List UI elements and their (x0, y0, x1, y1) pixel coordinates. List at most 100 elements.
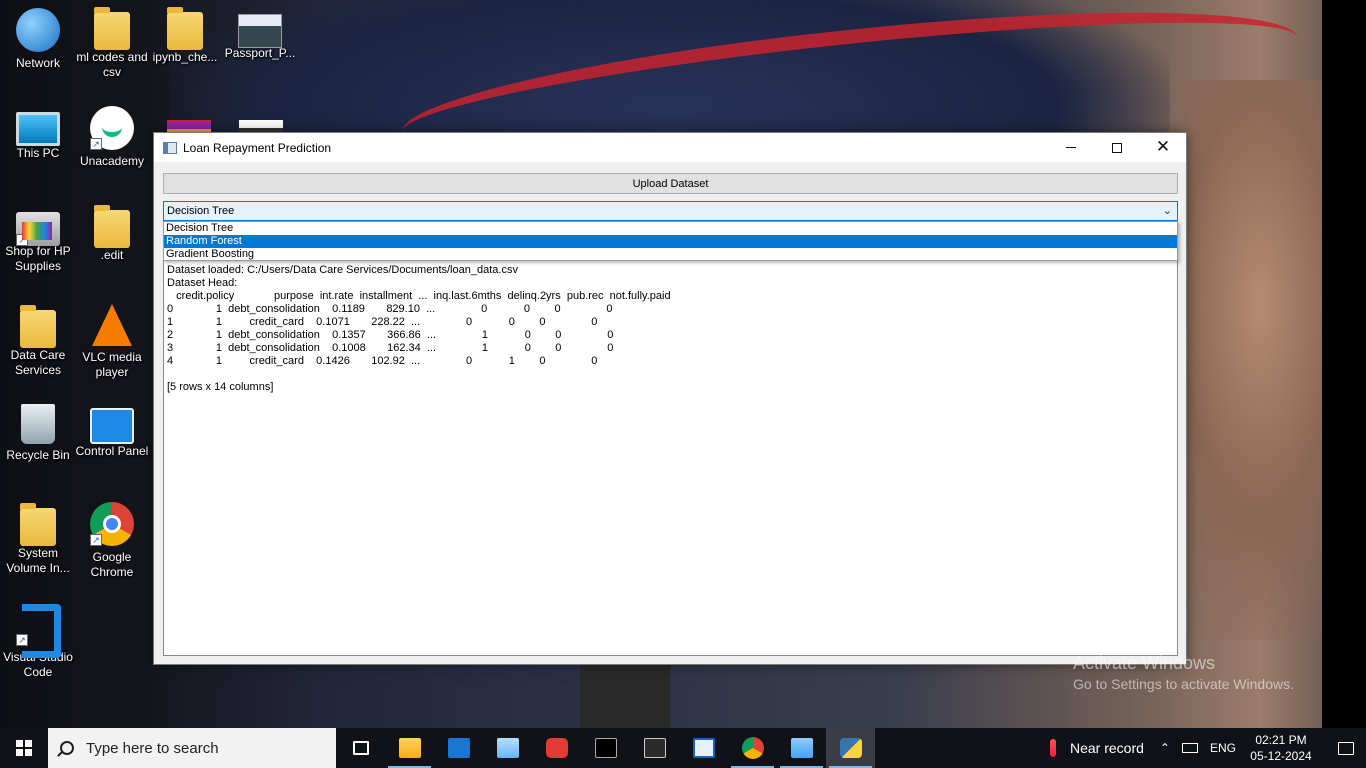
folder-icon (94, 7, 130, 50)
chrome-icon (741, 737, 764, 759)
taskbar-command-prompt[interactable] (581, 728, 630, 768)
control-panel-icon (790, 738, 813, 758)
remote-desktop-icon (496, 738, 519, 758)
pc-icon (16, 112, 60, 146)
user-folder-icon (20, 305, 56, 348)
desktop-icon-label: Recycle Bin (6, 448, 70, 462)
command-prompt-icon (594, 738, 617, 758)
desktop-icon-label: VLC media player (82, 350, 142, 379)
folder-icon (167, 7, 203, 50)
desktop-icon-label: Network (15, 56, 60, 70)
printer-icon: ↗ (16, 212, 60, 246)
dropdown-option-gradient-boosting[interactable]: Gradient Boosting (164, 248, 1177, 261)
terminal-icon (643, 738, 666, 758)
news-icon (692, 738, 715, 758)
vscode-icon: ↗ (16, 602, 61, 658)
desktop-icon-network[interactable]: Network (0, 8, 76, 71)
window-title: Loan Repayment Prediction (183, 140, 332, 155)
desktop-icon-control-panel[interactable]: Control Panel (74, 404, 150, 459)
windows-logo-icon (16, 740, 32, 756)
task-view-button[interactable] (336, 728, 385, 768)
desktop-icon-edit[interactable]: .edit (74, 205, 150, 263)
system-tray: Near record ⌃ ENG 02:21 PM 05-12-2024 (1050, 728, 1366, 768)
taskbar: Type here to search Near record ⌃ ENG 02… (0, 728, 1366, 768)
maximize-icon (1112, 142, 1122, 153)
weather-widget[interactable]: Near record (1050, 739, 1144, 757)
thermometer-icon (1050, 739, 1056, 757)
taskbar-chrome[interactable] (728, 728, 777, 768)
vlc-icon (92, 304, 132, 346)
desktop-icon-data-care[interactable]: Data Care Services (0, 305, 76, 378)
file-explorer-icon (398, 738, 421, 758)
shortcut-arrow-icon: ↗ (16, 234, 28, 246)
weather-text: Near record (1070, 740, 1144, 756)
notification-button[interactable] (1326, 728, 1366, 768)
close-icon: ✕ (1155, 137, 1171, 157)
taskbar-news[interactable] (679, 728, 728, 768)
close-button[interactable]: ✕ (1140, 133, 1186, 162)
taskbar-youtube[interactable] (532, 728, 581, 768)
search-icon (60, 741, 74, 755)
taskbar-python[interactable] (826, 728, 875, 768)
wallpaper-edge (1322, 0, 1366, 728)
python-icon (839, 738, 862, 758)
folder-icon (94, 205, 130, 248)
desktop-icon-ml-codes[interactable]: ml codes and csv (74, 7, 150, 80)
photo-icon (238, 14, 282, 48)
app-window: Loan Repayment Prediction ✕ Upload Datas… (153, 132, 1187, 665)
activation-subtitle: Go to Settings to activate Windows. (1073, 676, 1294, 692)
language-indicator[interactable]: ENG (1210, 741, 1236, 755)
model-select[interactable]: Decision Tree ⌄ (163, 201, 1178, 221)
start-button[interactable] (0, 728, 48, 768)
desktop-icon-label: Google Chrome (90, 550, 134, 579)
recycle-bin-icon (21, 404, 55, 444)
dropdown-option-decision-tree[interactable]: Decision Tree (164, 222, 1177, 235)
network-tray-icon[interactable] (1181, 743, 1198, 753)
taskbar-file-explorer[interactable] (385, 728, 434, 768)
desktop-icon-label: Unacademy (79, 154, 145, 168)
desktop-icon-this-pc[interactable]: This PC (0, 108, 76, 161)
taskbar-remote-desktop[interactable] (483, 728, 532, 768)
shortcut-arrow-icon: ↗ (90, 138, 102, 150)
shortcut-arrow-icon: ↗ (16, 634, 28, 646)
desktop-icon-ipynb[interactable]: ipynb_che... (147, 7, 223, 65)
desktop-icon-label: Control Panel (75, 444, 149, 458)
unacademy-icon: ↗ (90, 106, 134, 150)
output-text-area[interactable]: Dataset loaded: C:/Users/Data Care Servi… (163, 222, 1178, 656)
dropdown-option-random-forest[interactable]: Random Forest (164, 235, 1177, 248)
search-placeholder: Type here to search (86, 739, 219, 757)
youtube-icon (545, 738, 568, 758)
taskbar-search[interactable]: Type here to search (48, 728, 336, 768)
clock-date: 05-12-2024 (1250, 749, 1312, 763)
output-line: [5 rows x 14 columns] (167, 381, 274, 393)
desktop-icon-passport[interactable]: Passport_P... (222, 8, 298, 61)
title-bar[interactable]: Loan Repayment Prediction ✕ (154, 133, 1186, 162)
desktop-icon-label: System Volume In... (6, 546, 70, 575)
desktop-icon-system-volume[interactable]: System Volume In... (0, 503, 76, 576)
chevron-down-icon[interactable]: ⌄ (1163, 204, 1172, 217)
wallpaper-strap (580, 660, 670, 728)
desktop-icon-label: ml codes and csv (76, 50, 148, 79)
output-line: 4 1 credit_card 0.1426 102.92 ... 0 1 0 … (167, 355, 598, 367)
notification-icon (1338, 741, 1354, 755)
desktop-icon-label: Shop for HP Supplies (5, 244, 71, 273)
output-line: 0 1 debt_consolidation 0.1189 829.10 ...… (167, 303, 613, 315)
clock[interactable]: 02:21 PM 05-12-2024 (1250, 732, 1312, 764)
desktop-icon-vlc[interactable]: VLC media player (74, 304, 150, 380)
desktop-icon-vscode[interactable]: ↗ Visual Studio Code (0, 602, 76, 680)
taskbar-terminal[interactable] (630, 728, 679, 768)
taskbar-control-panel[interactable] (777, 728, 826, 768)
shortcut-arrow-icon: ↗ (90, 534, 102, 546)
upload-dataset-button[interactable]: Upload Dataset (163, 173, 1178, 194)
desktop-icon-label: Data Care Services (10, 348, 66, 377)
taskbar-mail[interactable] (434, 728, 483, 768)
desktop-icon-chrome[interactable]: ↗ Google Chrome (74, 502, 150, 580)
maximize-button[interactable] (1094, 133, 1140, 162)
desktop-icon-recycle-bin[interactable]: Recycle Bin (0, 404, 76, 463)
minimize-button[interactable] (1048, 133, 1094, 162)
chevron-up-icon[interactable]: ⌃ (1160, 741, 1170, 755)
desktop-icon-hp-supplies[interactable]: ↗ Shop for HP Supplies (0, 206, 76, 274)
desktop-icon-unacademy[interactable]: ↗ Unacademy (74, 106, 150, 169)
chrome-icon: ↗ (90, 502, 134, 546)
network-icon (16, 8, 60, 52)
